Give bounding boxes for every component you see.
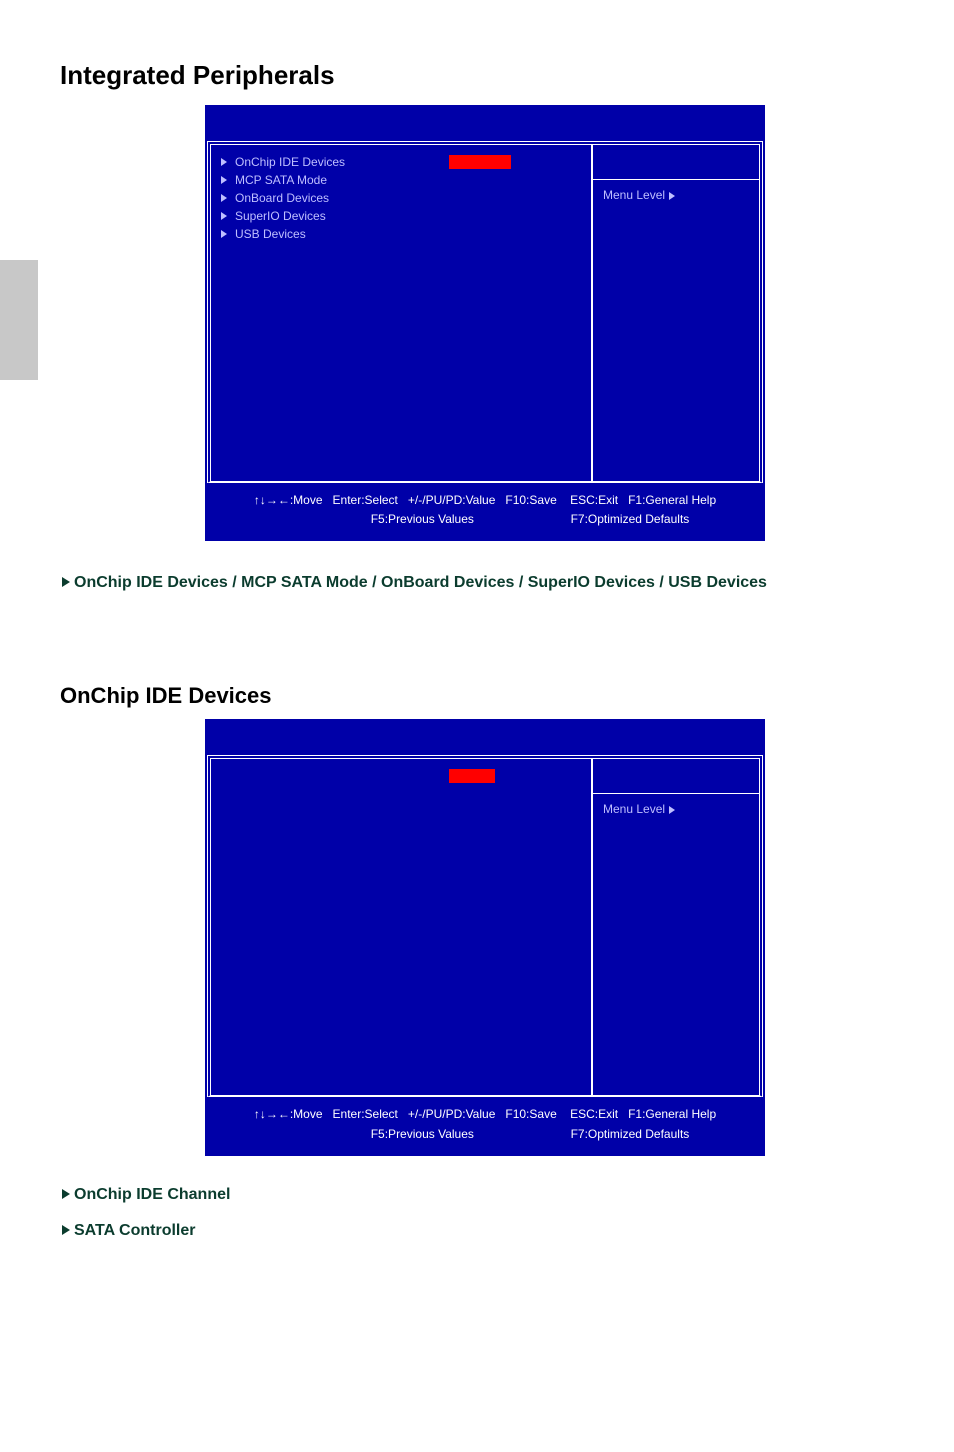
triangle-icon [221,194,227,202]
menu-level-text: Menu Level [603,802,665,816]
triangle-icon [62,1225,70,1235]
menu-item-usb[interactable]: USB Devices [221,225,581,243]
triangle-icon [221,176,227,184]
bios-inner: OnChip IDE Devices MCP SATA Mode OnBoard… [207,141,763,483]
page-title: Integrated Peripherals [60,60,894,91]
menu-item-mcp-sata[interactable]: MCP SATA Mode [221,171,581,189]
feature-label: OnChip IDE Channel [74,1186,230,1203]
menu-item-superio[interactable]: SuperIO Devices [221,207,581,225]
menu-item-label: USB Devices [235,225,306,243]
menu-level-label: Menu Level [603,802,749,816]
bios-footer-keys: ↑↓→←:Move Enter:Select +/-/PU/PD:Value F… [207,483,763,539]
bios-help-panel: Menu Level [591,145,759,481]
menu-level-text: Menu Level [603,188,665,202]
triangle-icon [62,1189,70,1199]
bios-footer-keys: ↑↓→←:Move Enter:Select +/-/PU/PD:Value F… [207,1097,763,1153]
triangle-icon [669,192,675,200]
menu-item-label: OnBoard Devices [235,189,329,207]
highlight-block [449,155,511,169]
bios-screen-onchip-ide: Menu Level ↑↓→←:Move Enter:Select +/-/PU… [205,719,765,1155]
menu-item-label: OnChip IDE Devices [235,153,345,171]
triangle-icon [221,212,227,220]
triangle-icon [221,230,227,238]
feature-sata-controller: SATA Controller [60,1222,894,1240]
side-tab [0,260,38,380]
menu-item-label: SuperIO Devices [235,207,326,225]
section-title-onchip-ide: OnChip IDE Devices [60,683,894,709]
triangle-icon [62,577,70,587]
feature-label: SATA Controller [74,1222,195,1239]
bios-help-panel: Menu Level [591,759,759,1095]
bios-title-bar [207,107,763,141]
bios-screen-integrated-peripherals: OnChip IDE Devices MCP SATA Mode OnBoard… [205,105,765,541]
submenu-description: OnChip IDE Devices / MCP SATA Mode / OnB… [60,571,894,595]
bios-menu-list: OnChip IDE Devices MCP SATA Mode OnBoard… [211,145,591,481]
menu-item-onchip-ide[interactable]: OnChip IDE Devices [221,153,581,171]
highlight-block [449,769,495,783]
menu-item-label: MCP SATA Mode [235,171,327,189]
menu-item-onboard[interactable]: OnBoard Devices [221,189,581,207]
feature-onchip-ide-channel: OnChip IDE Channel [60,1186,894,1204]
submenu-description-text: OnChip IDE Devices / MCP SATA Mode / OnB… [74,574,767,591]
bios-menu-list [211,759,591,1095]
bios-inner: Menu Level [207,755,763,1097]
bios-title-bar [207,721,763,755]
separator [593,793,759,794]
separator [593,179,759,180]
menu-level-label: Menu Level [603,188,749,202]
triangle-icon [669,806,675,814]
triangle-icon [221,158,227,166]
